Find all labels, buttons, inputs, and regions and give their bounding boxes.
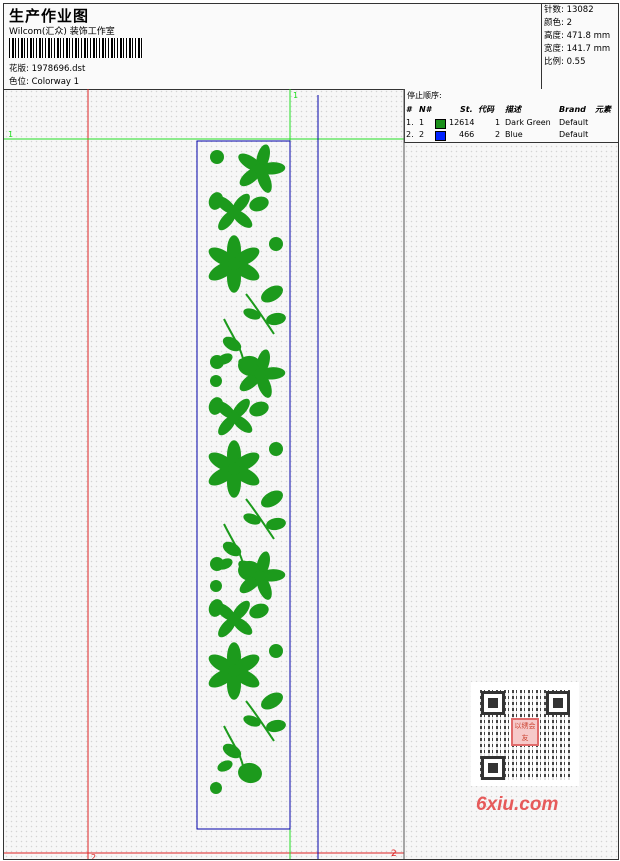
embroidery-dot <box>269 442 283 456</box>
stat-scale: 比例: 0.55 <box>544 57 586 67</box>
barcode <box>9 38 143 58</box>
leaf <box>243 715 261 727</box>
embroidery-dot <box>210 355 224 369</box>
leaf <box>261 692 283 710</box>
flower-center <box>227 462 241 476</box>
flower-center <box>227 257 241 271</box>
leaf <box>238 762 262 784</box>
qr-code: 以绣会友 <box>471 682 579 786</box>
colorway-label: 色位: Colorway 1 <box>9 77 80 87</box>
production-sheet: 生产作业图 Wilcom(汇众) 装饰工作室 花版: 1978696.dst 色… <box>3 3 619 860</box>
flower-center <box>254 368 266 380</box>
stat-height: 高度: 471.8 mm <box>544 31 611 41</box>
leaf <box>249 401 269 417</box>
stat-colors: 颜色: 2 <box>544 18 572 28</box>
flower-center <box>229 614 239 624</box>
embroidery-dot <box>210 782 222 794</box>
leaf <box>243 308 261 320</box>
flower-center <box>227 664 241 678</box>
guide-label-right: 2 <box>391 849 397 859</box>
stat-width: 宽度: 141.7 mm <box>544 44 611 54</box>
embroidery-dot <box>210 580 222 592</box>
design-file-name: 花版: 1978696.dst <box>9 64 86 74</box>
embroidery-floral-border <box>208 144 286 794</box>
flower-center <box>254 570 266 582</box>
embroidery-dot <box>210 375 222 387</box>
guide-label-left: 1 <box>8 130 13 139</box>
leaf <box>249 603 269 619</box>
flower-center <box>229 207 239 217</box>
leaf <box>261 490 283 508</box>
embroidery-dot <box>269 237 283 251</box>
stat-stitches: 针数: 13082 <box>544 5 594 15</box>
embroidery-dot <box>210 557 224 571</box>
sheet-header: 生产作业图 Wilcom(汇众) 装饰工作室 花版: 1978696.dst 色… <box>4 4 618 90</box>
design-stats: 针数: 13082 颜色: 2 高度: 471.8 mm 宽度: 141.7 m… <box>541 4 618 89</box>
leaf <box>243 513 261 525</box>
guide-label-top: 1 <box>293 91 298 100</box>
leaf <box>261 285 283 303</box>
embroidery-dot <box>210 150 224 164</box>
flower-center <box>254 163 266 175</box>
sheet-title: 生产作业图 <box>9 7 90 25</box>
guide-label-bottom: 2 <box>91 853 96 859</box>
seal-stamp: 以绣会友 <box>511 718 539 746</box>
flower-center <box>229 412 239 422</box>
company-name: Wilcom(汇众) 装饰工作室 <box>9 27 115 37</box>
leaf <box>249 196 269 212</box>
site-watermark: 6xiu.com <box>476 794 559 815</box>
embroidery-dot <box>269 644 283 658</box>
leaf <box>217 760 233 772</box>
